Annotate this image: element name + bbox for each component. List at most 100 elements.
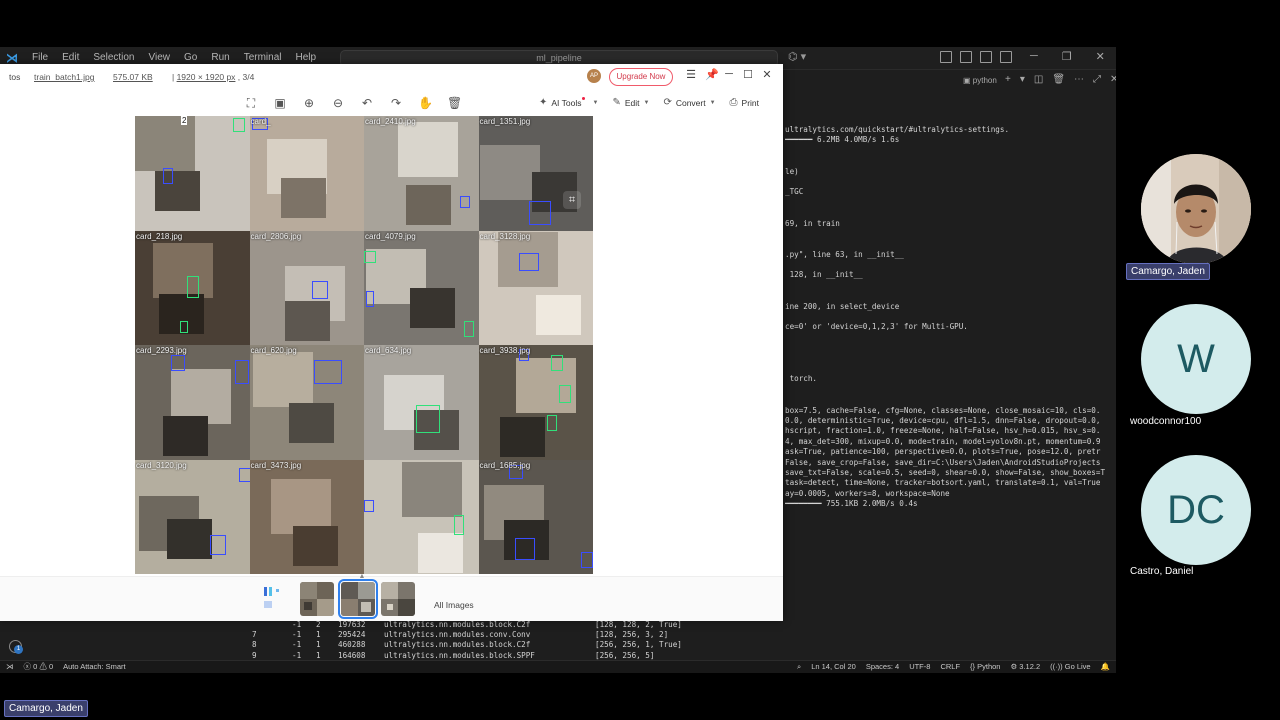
minimize-icon[interactable]: ─ [724, 68, 734, 81]
mosaic-tile [364, 459, 479, 574]
edit-button[interactable]: ✎ Edit ▼ [612, 96, 649, 110]
convert-icon: ⟳ [663, 97, 672, 108]
python-interpreter[interactable]: ⚙ 3.12.2 [1010, 661, 1040, 673]
chevron-down-icon: ▼ [592, 100, 599, 106]
rotate-right-icon[interactable]: ↷ [389, 96, 403, 110]
ai-tools-button[interactable]: ✦ AI Tools ▼ [539, 96, 598, 110]
actual-size-icon[interactable]: ▣ [273, 96, 287, 110]
tile-image [478, 459, 593, 574]
participant-avatar[interactable]: DC [1141, 455, 1251, 565]
menu-run[interactable]: Run [211, 52, 229, 63]
table-row: -1 2 197632 ultralytics.nn.modules.block.C2… [250, 620, 715, 630]
toggle-secondary-sidebar-icon[interactable] [1000, 51, 1012, 63]
bounding-box [460, 196, 470, 208]
maximize-panel-icon[interactable]: ⤢ [1093, 74, 1101, 85]
zoom-in-icon[interactable]: ⊕ [302, 96, 316, 110]
layout-customize-icon[interactable] [940, 51, 952, 63]
mosaic-tile: card_3473.jpg [249, 459, 364, 574]
toggle-sidebar-icon[interactable] [960, 51, 972, 63]
notifications-bell-icon[interactable]: 🔔 [1101, 661, 1110, 673]
minimize-icon[interactable]: ─ [1030, 50, 1038, 63]
go-live-button[interactable]: ((·)) Go Live [1050, 661, 1090, 673]
menu-view[interactable]: View [149, 52, 171, 63]
menu-icon[interactable]: ☰ [686, 68, 696, 81]
print-button[interactable]: ⎙ Print [730, 96, 759, 110]
convert-button[interactable]: ⟳ Convert ▼ [663, 96, 715, 110]
tile-filename: card_ [250, 117, 271, 126]
tile-image [364, 116, 479, 231]
trash-icon[interactable]: 🗑 [1052, 74, 1065, 85]
menu-help[interactable]: Help [296, 52, 317, 63]
terminal-header: ▣ python + ▾ ◫ 🗑 ⋯ ⤢ ✕ [783, 73, 1118, 91]
split-terminal-icon[interactable]: ◫ [1034, 74, 1043, 85]
menu-file[interactable]: File [32, 52, 48, 63]
hand-tool-icon[interactable]: ✋ [418, 96, 433, 110]
new-terminal-icon[interactable]: + [1005, 74, 1011, 85]
terminal-kind-label: python [972, 76, 997, 85]
encoding[interactable]: UTF-8 [909, 661, 930, 673]
close-icon[interactable]: ✕ [1096, 50, 1105, 63]
dropdown-icon[interactable]: ▾ [1020, 74, 1025, 85]
table-cell-idx: 8 [252, 640, 257, 650]
copilot-icon[interactable]: ⌬ ▾ [788, 50, 806, 63]
pin-icon[interactable]: 📌 [705, 68, 719, 81]
zoom-out-icon[interactable]: ⊖ [331, 96, 345, 110]
thumbnail[interactable] [300, 582, 334, 616]
rotate-left-icon[interactable]: ↶ [360, 96, 374, 110]
all-images-link[interactable]: All Images [434, 600, 474, 610]
gallery-icon[interactable] [262, 583, 284, 613]
thumbnail-active[interactable] [338, 579, 378, 619]
auto-attach[interactable]: Auto Attach: Smart [63, 661, 126, 673]
menu-selection[interactable]: Selection [93, 52, 134, 63]
tile-filename: card_2293.jpg [136, 346, 187, 355]
tile-image [135, 345, 250, 460]
remote-icon[interactable]: ⋊ [6, 661, 14, 673]
collapse-arrow-icon[interactable]: ▲ [357, 573, 367, 580]
maximize-icon[interactable]: ❐ [1062, 50, 1072, 63]
bounding-box [558, 385, 571, 403]
close-icon[interactable]: ✕ [762, 68, 772, 81]
convert-label: Convert [675, 98, 706, 108]
participant-avatar[interactable]: W [1141, 304, 1251, 414]
terminal-line: False, save_crop=False, save_dir=C:\User… [785, 457, 1101, 467]
cursor-position[interactable]: Ln 14, Col 20 [811, 661, 856, 673]
terminal-output[interactable]: ultralytics.com/quickstart/#ultralytics-… [785, 125, 1113, 509]
status-bar-left: ⋊ ⓧ 0 ⚠ 0 Auto Attach: Smart [6, 661, 126, 673]
user-avatar[interactable]: AP [587, 69, 601, 83]
problems-indicator[interactable]: ⓧ 0 ⚠ 0 [24, 661, 54, 673]
mosaic-tile: card_3128.jpg [478, 230, 593, 345]
maximize-icon[interactable]: ☐ [743, 68, 753, 81]
image-dimensions[interactable]: 1920 × 1920 px [177, 72, 236, 82]
terminal-line: hscript, fraction=1.0, freeze=None, half… [785, 426, 1101, 436]
delete-icon[interactable]: 🗑 [447, 96, 462, 110]
table-cell-from: -1 [292, 620, 302, 629]
table-cell-module: ultralytics.nn.modules.conv.Conv [384, 630, 531, 640]
indentation[interactable]: Spaces: 4 [866, 661, 899, 673]
eol[interactable]: CRLF [940, 661, 960, 673]
more-icon[interactable]: ⋯ [1074, 74, 1084, 85]
upgrade-now-button[interactable]: Upgrade Now [609, 68, 673, 86]
menu-edit[interactable]: Edit [62, 52, 79, 63]
thumbnail[interactable] [381, 582, 415, 616]
language-mode[interactable]: {} Python [970, 661, 1000, 673]
terminal-kind[interactable]: ▣ python [963, 76, 997, 85]
toggle-panel-icon[interactable] [980, 51, 992, 63]
table-row: 7 -1 1 295424 ultralytics.nn.modules.conv.Co… [250, 630, 715, 640]
class-label: 2 [181, 116, 188, 125]
training-batch-mosaic[interactable]: 2 card_ card_2410.jpg card_1351.jpg card_218… [135, 116, 593, 574]
tile-filename: card_3128.jpg [479, 231, 531, 241]
fullscreen-icon[interactable]: ⛶ [244, 96, 258, 110]
text-recognition-icon[interactable]: ⌗ [563, 191, 581, 209]
menu-go[interactable]: Go [184, 52, 197, 63]
participant-video[interactable] [1141, 154, 1251, 264]
tile-filename: card_3473.jpg [250, 460, 302, 470]
table-cell-from: -1 [292, 630, 302, 640]
file-name[interactable]: train_batch1.jpg [34, 72, 95, 82]
file-size[interactable]: 575.07 KB [113, 72, 153, 82]
menu-terminal[interactable]: Terminal [244, 52, 282, 63]
zoom-icon[interactable]: ⌕ [797, 661, 801, 673]
